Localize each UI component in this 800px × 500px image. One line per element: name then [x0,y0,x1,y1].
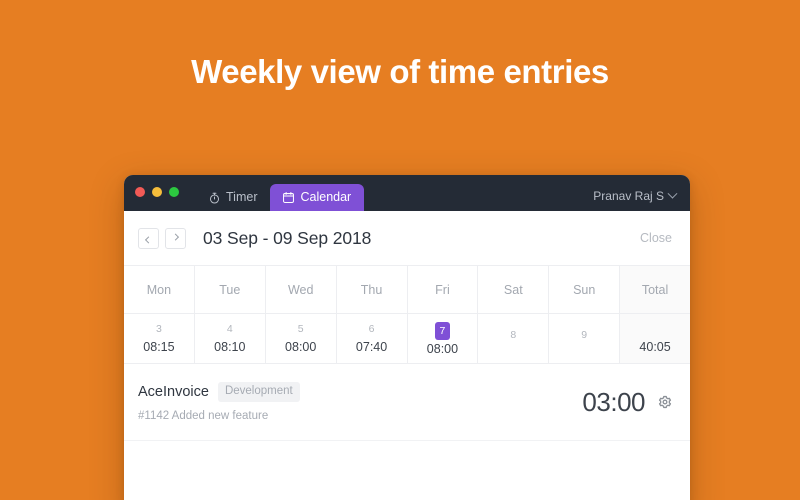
day-cell-mon[interactable]: 3 08:15 [124,314,195,363]
day-hours-thu: 07:40 [355,340,388,354]
column-header-mon: Mon [124,266,195,314]
user-menu[interactable]: Pranav Raj S [593,188,678,203]
entry-duration: 03:00 [582,387,645,417]
tab-bar: Timer Calendar [196,175,365,211]
column-header-wed: Wed [265,266,337,314]
close-window-button[interactable] [135,187,145,197]
column-header-tue: Tue [194,266,266,314]
promo-headline: Weekly view of time entries [191,53,609,90]
promo-stage: Weekly view of time entries Timer Calend… [0,0,800,500]
tab-calendar[interactable]: Calendar [270,184,365,211]
traffic-light-controls [135,175,179,211]
column-header-sat: Sat [478,266,550,314]
minimize-window-button[interactable] [152,187,162,197]
entry-title-line: AceInvoice Development [138,382,300,402]
entry-settings-button[interactable] [658,395,672,409]
previous-week-button[interactable] [138,227,159,249]
gear-icon [658,395,672,409]
day-hours-tue: 08:10 [214,340,246,354]
tab-timer-label: Timer [226,190,258,205]
day-hours-mon: 08:15 [143,340,175,354]
week-table-header-row: Mon Tue Wed Thu Fri Sat Sun Total [124,266,690,314]
next-week-button[interactable] [165,227,186,249]
calendar-icon [283,192,295,203]
day-number-thu: 6 [368,322,375,335]
column-header-total: Total [620,266,690,314]
stopwatch-icon [209,192,220,204]
entry-right-group: 03:00 [582,389,672,415]
week-nav-group [138,227,186,249]
tab-timer[interactable]: Timer [196,184,270,211]
day-cell-sun[interactable]: 9 [549,314,621,363]
entry-project-name: AceInvoice [138,383,209,400]
day-number-sat: 8 [510,328,517,341]
table-row[interactable]: AceInvoice Development #1142 Added new f… [124,364,690,441]
week-table-values-row: 3 08:15 4 08:10 5 08:00 6 07:40 7 08:00 … [124,314,690,363]
day-number-mon: 3 [156,322,162,335]
day-cell-sat[interactable]: 8 [478,314,550,363]
time-entry-list: AceInvoice Development #1142 Added new f… [124,364,690,481]
day-cell-thu[interactable]: 6 07:40 [337,314,408,363]
entry-list-spacer [124,441,690,481]
chevron-right-icon [171,233,180,241]
entry-details: AceInvoice Development #1142 Added new f… [138,382,300,422]
day-hours-wed: 08:00 [285,340,317,354]
day-number-fri-today: 7 [434,321,451,340]
window-titlebar: Timer Calendar Pranav Raj S [124,175,690,211]
date-toolbar: 03 Sep - 09 Sep 2018 Close [124,211,690,265]
close-button[interactable]: Close [640,231,672,245]
entry-tag-badge: Development [217,382,300,402]
entry-description: #1142 Added new feature [138,409,269,422]
date-range-label: 03 Sep - 09 Sep 2018 [203,227,372,248]
chevron-down-icon [667,188,678,199]
chevron-left-icon [144,235,153,243]
day-hours-fri: 08:00 [426,342,459,356]
day-number-wed: 5 [297,322,304,335]
total-hours: 40:05 [639,340,671,354]
total-cell: 40:05 [620,314,690,363]
app-window: Timer Calendar Pranav Raj S 03 Sep - 09 … [124,175,690,500]
day-number-tue: 4 [226,322,233,335]
day-cell-wed[interactable]: 5 08:00 [266,314,337,363]
week-table: Mon Tue Wed Thu Fri Sat Sun Total 3 08:1… [124,265,690,364]
column-header-fri: Fri [407,266,479,314]
day-number-sun: 9 [581,328,588,341]
user-name-label: Pranav Raj S [593,189,664,203]
day-cell-fri[interactable]: 7 08:00 [408,314,479,363]
zoom-window-button[interactable] [169,187,179,197]
day-cell-tue[interactable]: 4 08:10 [195,314,266,363]
tab-calendar-label: Calendar [300,190,352,205]
column-header-thu: Thu [336,266,408,314]
column-header-sun: Sun [549,266,621,314]
